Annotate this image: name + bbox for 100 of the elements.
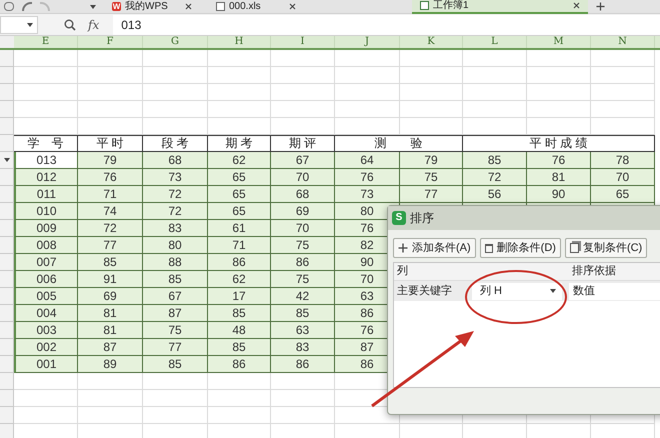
function-label[interactable]: fx: [88, 16, 100, 34]
table-cell[interactable]: 83: [143, 220, 208, 237]
empty-cell[interactable]: [78, 390, 143, 407]
table-cell[interactable]: 91: [78, 271, 143, 288]
table-cell[interactable]: 85: [143, 271, 208, 288]
table-cell[interactable]: 70: [271, 220, 335, 237]
table-cell[interactable]: 72: [143, 203, 208, 220]
table-cell[interactable]: 007: [14, 254, 78, 271]
empty-cell[interactable]: [208, 84, 271, 101]
empty-cell[interactable]: [143, 101, 208, 118]
table-cell[interactable]: 001: [14, 356, 78, 373]
table-cell[interactable]: 72: [143, 186, 208, 203]
preview-icon[interactable]: [4, 2, 14, 11]
empty-cell[interactable]: [208, 67, 271, 84]
empty-cell[interactable]: [463, 50, 527, 67]
empty-cell[interactable]: [591, 84, 655, 101]
empty-cell[interactable]: [527, 50, 591, 67]
empty-cell[interactable]: [400, 67, 463, 84]
table-cell[interactable]: 62: [208, 271, 271, 288]
table-cell[interactable]: 85: [463, 152, 527, 169]
table-cell[interactable]: 63: [271, 322, 335, 339]
empty-cell[interactable]: [271, 118, 335, 135]
empty-cell[interactable]: [208, 407, 271, 424]
table-cell[interactable]: 85: [143, 356, 208, 373]
empty-cell[interactable]: [335, 101, 400, 118]
table-cell[interactable]: 67: [271, 152, 335, 169]
row-header[interactable]: [0, 152, 14, 169]
select-all-corner[interactable]: [0, 36, 14, 48]
column-header[interactable]: H: [208, 36, 271, 48]
table-cell[interactable]: 77: [143, 339, 208, 356]
table-cell[interactable]: 81: [78, 305, 143, 322]
table-cell[interactable]: 70: [271, 169, 335, 186]
table-cell[interactable]: 72: [78, 220, 143, 237]
table-cell[interactable]: 75: [271, 271, 335, 288]
empty-cell[interactable]: [208, 373, 271, 390]
toolbar-button[interactable]: 删除条件(D): [480, 238, 561, 258]
empty-cell[interactable]: [400, 101, 463, 118]
table-cell[interactable]: 013: [14, 152, 78, 169]
empty-cell[interactable]: [335, 50, 400, 67]
table-cell[interactable]: 74: [78, 203, 143, 220]
table-cell[interactable]: 76: [527, 152, 591, 169]
table-cell[interactable]: 002: [14, 339, 78, 356]
empty-cell[interactable]: [335, 67, 400, 84]
column-header[interactable]: M: [527, 36, 591, 48]
empty-cell[interactable]: [527, 84, 591, 101]
empty-cell[interactable]: [78, 373, 143, 390]
table-cell[interactable]: 75: [271, 237, 335, 254]
table-cell[interactable]: 003: [14, 322, 78, 339]
empty-cell[interactable]: [143, 118, 208, 135]
table-cell[interactable]: 76: [335, 169, 400, 186]
empty-cell[interactable]: [271, 67, 335, 84]
empty-cell[interactable]: [78, 50, 143, 67]
table-cell[interactable]: 69: [271, 203, 335, 220]
table-cell[interactable]: 011: [14, 186, 78, 203]
table-cell[interactable]: 42: [271, 288, 335, 305]
table-cell[interactable]: 87: [143, 305, 208, 322]
empty-cell[interactable]: [143, 407, 208, 424]
empty-cell[interactable]: [271, 407, 335, 424]
empty-cell[interactable]: [208, 390, 271, 407]
close-icon[interactable]: [573, 2, 580, 9]
empty-cell[interactable]: [463, 101, 527, 118]
empty-cell[interactable]: [335, 84, 400, 101]
empty-cell[interactable]: [591, 50, 655, 67]
column-header[interactable]: J: [335, 36, 400, 48]
empty-cell[interactable]: [400, 84, 463, 101]
table-cell[interactable]: 64: [335, 152, 400, 169]
table-cell[interactable]: 65: [208, 203, 271, 220]
toolbar-button[interactable]: 添加条件(A): [393, 238, 476, 258]
table-cell[interactable]: 81: [527, 169, 591, 186]
empty-cell[interactable]: [78, 67, 143, 84]
add-tab-icon[interactable]: [596, 2, 605, 11]
table-cell[interactable]: 80: [143, 237, 208, 254]
table-cell[interactable]: 75: [143, 322, 208, 339]
table-cell[interactable]: 85: [78, 254, 143, 271]
table-cell[interactable]: 77: [400, 186, 463, 203]
column-header[interactable]: I: [271, 36, 335, 48]
table-cell[interactable]: 85: [208, 339, 271, 356]
table-cell[interactable]: 62: [208, 152, 271, 169]
empty-cell[interactable]: [78, 407, 143, 424]
empty-cell[interactable]: [78, 101, 143, 118]
undo-icon[interactable]: [22, 2, 32, 11]
table-cell[interactable]: 67: [143, 288, 208, 305]
empty-cell[interactable]: [271, 101, 335, 118]
empty-cell[interactable]: [143, 84, 208, 101]
column-header[interactable]: K: [400, 36, 463, 48]
empty-cell[interactable]: [591, 67, 655, 84]
table-cell[interactable]: 81: [78, 322, 143, 339]
table-cell[interactable]: 88: [143, 254, 208, 271]
table-cell[interactable]: 86: [271, 254, 335, 271]
table-cell[interactable]: 56: [463, 186, 527, 203]
table-cell[interactable]: 004: [14, 305, 78, 322]
table-cell[interactable]: 010: [14, 203, 78, 220]
table-cell[interactable]: 76: [78, 169, 143, 186]
toolbar-button[interactable]: 复制条件(C): [564, 238, 648, 258]
table-cell[interactable]: 73: [143, 169, 208, 186]
table-cell[interactable]: 012: [14, 169, 78, 186]
empty-cell[interactable]: [271, 50, 335, 67]
zoom-search-icon[interactable]: [64, 18, 76, 30]
empty-cell[interactable]: [143, 50, 208, 67]
table-cell[interactable]: 79: [400, 152, 463, 169]
